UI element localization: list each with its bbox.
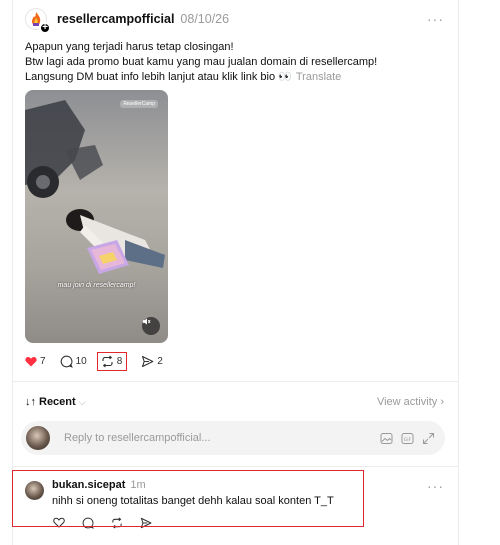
reply-composer[interactable]: Reply to resellercampofficial... GIF <box>21 421 445 455</box>
post-actions: 7 10 8 2 <box>25 350 177 372</box>
post-line: Btw lagi ada promo buat kamu yang mau ju… <box>25 56 378 68</box>
post-header: + resellercampofficial 08/10/26 ··· <box>25 8 444 34</box>
follow-plus-icon[interactable]: + <box>39 22 51 34</box>
post-body: Apapun yang terjadi harus tetap closinga… <box>25 40 445 85</box>
post-username[interactable]: resellercampofficial <box>57 12 174 26</box>
comment-count: 10 <box>75 355 87 367</box>
post-video[interactable]: ResellerCamp mau join di resellercamp! <box>25 90 168 343</box>
reply-input[interactable]: Reply to resellercampofficial... <box>64 432 211 444</box>
mute-icon[interactable] <box>142 317 160 335</box>
divider <box>13 466 458 467</box>
comment-highlight-box <box>12 470 364 527</box>
comment-button[interactable]: 10 <box>60 355 87 368</box>
repost-button[interactable]: 8 <box>96 351 128 371</box>
sort-dropdown[interactable]: Recent <box>39 396 76 408</box>
current-user-avatar <box>26 426 50 450</box>
like-button[interactable]: 7 <box>25 356 46 367</box>
translate-link[interactable]: Translate <box>296 71 341 83</box>
like-count: 7 <box>40 355 46 367</box>
post-line: Apapun yang terjadi harus tetap closinga… <box>25 41 234 53</box>
post-line: Langsung DM buat info lebih lanjut atau … <box>25 71 342 83</box>
expand-icon[interactable] <box>422 432 435 445</box>
chevron-right-icon: › <box>440 396 444 408</box>
reply-tools: GIF <box>380 432 435 445</box>
author-avatar[interactable]: + <box>25 8 51 34</box>
heart-filled-icon <box>25 356 37 366</box>
share-button[interactable]: 2 <box>141 355 163 368</box>
sort-row: ↓↑ Recent ⌵ View activity › <box>25 394 444 410</box>
divider <box>13 381 458 382</box>
chevron-down-icon[interactable]: ⌵ <box>79 397 86 408</box>
comment-bubble-icon <box>60 355 73 368</box>
share-count: 2 <box>157 355 163 367</box>
video-watermark: ResellerCamp <box>120 100 158 108</box>
sort-icon: ↓↑ <box>25 396 36 408</box>
thread-card: + resellercampofficial 08/10/26 ··· Apap… <box>12 0 459 545</box>
video-caption: mau join di resellercamp! <box>57 282 136 289</box>
post-more-icon[interactable]: ··· <box>427 11 444 27</box>
comment-more-icon[interactable]: ··· <box>427 478 444 494</box>
post-timestamp: 08/10/26 <box>180 12 230 26</box>
share-arrow-icon <box>142 355 154 367</box>
gif-icon[interactable]: GIF <box>401 432 414 445</box>
repost-icon <box>102 355 113 367</box>
svg-text:GIF: GIF <box>404 436 412 442</box>
repost-count: 8 <box>116 355 123 367</box>
view-activity-link[interactable]: View activity › <box>377 396 444 408</box>
video-frame <box>25 100 165 274</box>
image-icon[interactable] <box>380 432 393 445</box>
